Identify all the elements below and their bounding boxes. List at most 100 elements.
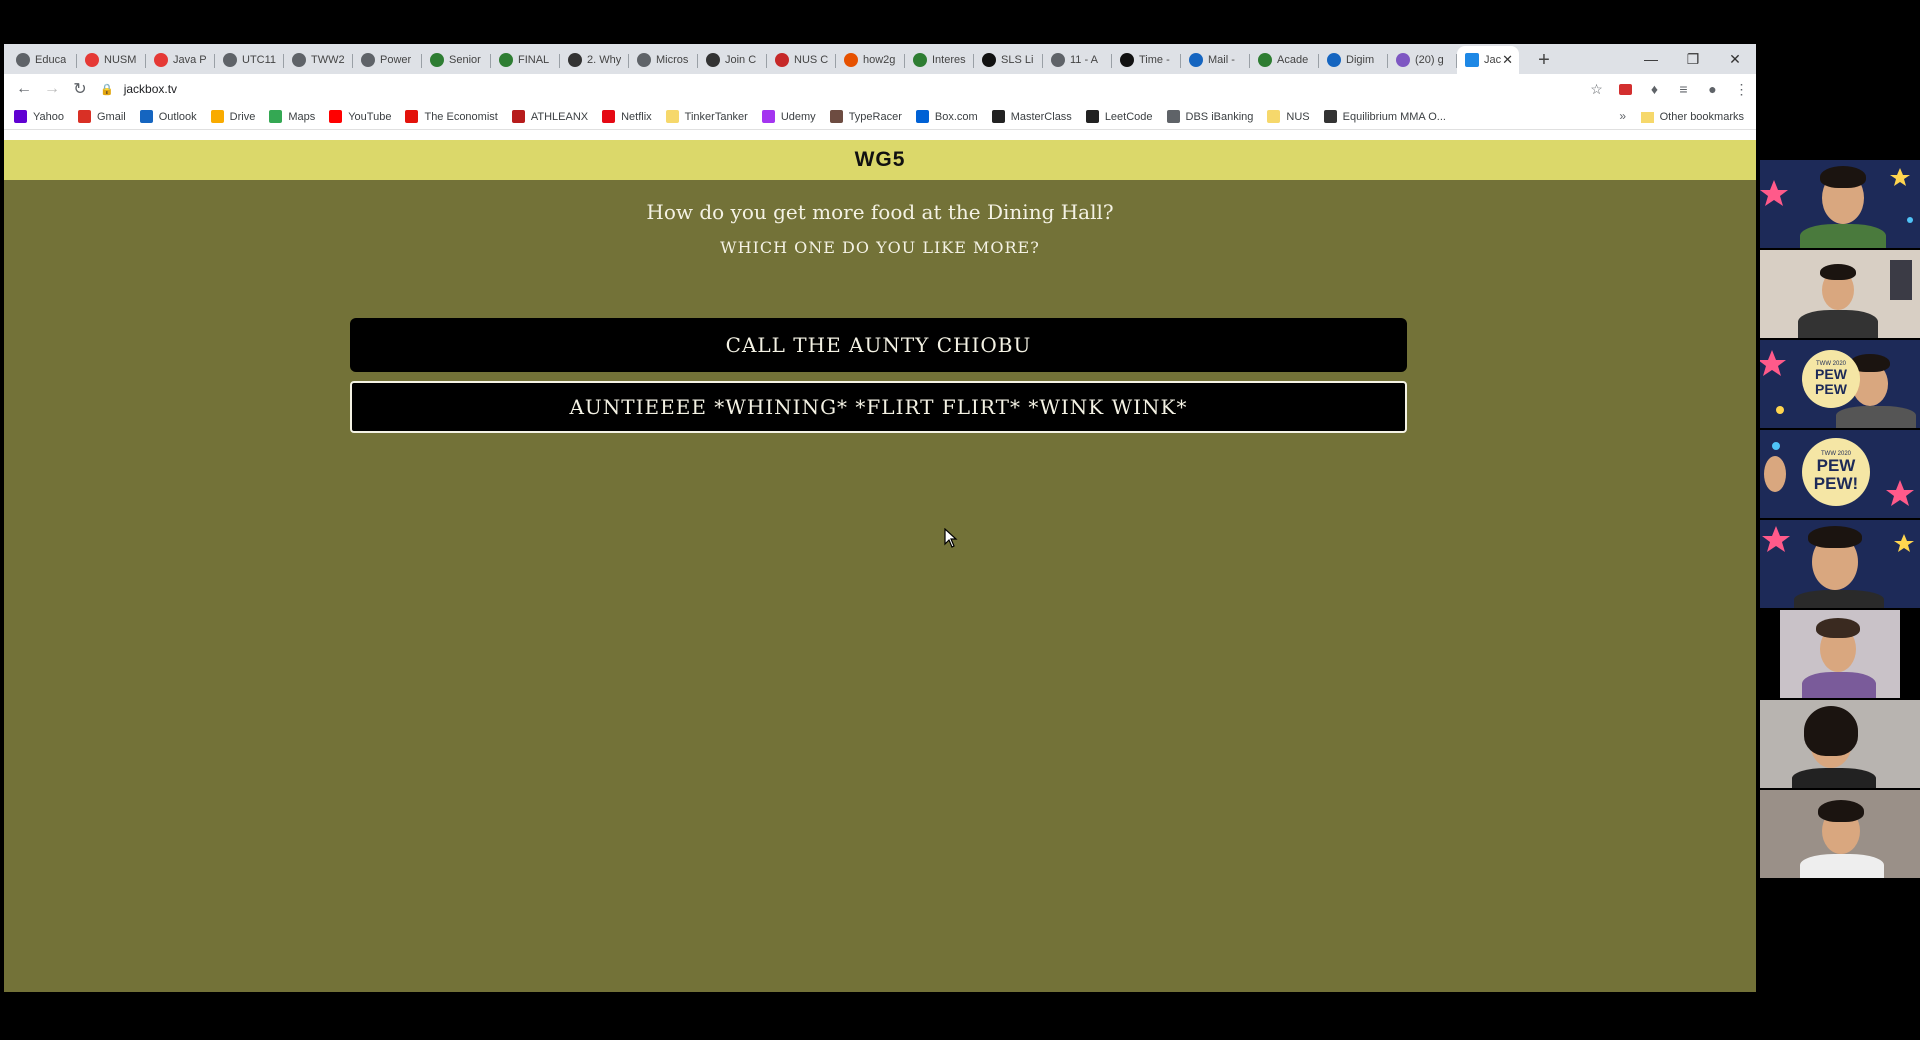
bookmark-item[interactable]: NUS (1267, 110, 1310, 123)
bookmark-item[interactable]: Maps (269, 110, 315, 123)
browser-tab[interactable]: NUS C (767, 46, 836, 74)
bookmark-item[interactable]: Udemy (761, 110, 816, 123)
bookmark-label: Netflix (621, 110, 652, 123)
extensions-puzzle-icon[interactable]: ♦ (1640, 76, 1669, 102)
bookmark-label: Maps (288, 110, 316, 123)
tab-label: Power (380, 54, 412, 66)
tab-label: Micros (656, 54, 689, 66)
question-prompt: How do you get more food at the Dining H… (646, 200, 1114, 224)
browser-tab[interactable]: Acade (1250, 46, 1319, 74)
browser-tab[interactable]: SLS Li (974, 46, 1043, 74)
bookmark-star-icon[interactable]: ☆ (1582, 76, 1611, 102)
other-bookmarks[interactable]: Other bookmarks (1640, 104, 1744, 130)
choice-button-1[interactable]: CALL THE AUNTY CHIOBU (350, 318, 1407, 372)
wikipedia-icon (1120, 53, 1134, 67)
extension-red-icon[interactable] (1611, 76, 1640, 102)
gmail-icon (78, 110, 91, 123)
netflix-icon (602, 110, 616, 123)
browser-tab[interactable]: Join C (698, 46, 767, 74)
bookmark-item[interactable]: Gmail (78, 110, 126, 123)
tab-label: Mail - (1208, 54, 1235, 66)
bookmark-item[interactable]: Equilibrium MMA O... (1323, 110, 1446, 123)
bookmark-item[interactable]: TypeRacer (829, 110, 902, 123)
close-tab-icon[interactable]: ✕ (1502, 52, 1513, 68)
bookmarks-overflow-icon[interactable]: » (1619, 109, 1626, 123)
bookmark-label: The Economist (424, 110, 498, 123)
tab-label: TWW2 (311, 54, 345, 66)
browser-tab[interactable]: TWW2 (284, 46, 353, 74)
tab-label: Time - (1139, 54, 1170, 66)
forward-arrow-icon[interactable]: → (38, 76, 66, 102)
browser-tab[interactable]: UTC11 (215, 46, 284, 74)
economist-icon (405, 110, 419, 123)
bookmark-label: Drive (229, 110, 256, 123)
bookmark-label: Outlook (158, 110, 197, 123)
tab-label: Java P (173, 54, 207, 66)
address-bar[interactable]: 🔒 jackbox.tv (100, 77, 1574, 101)
browser-tab[interactable]: Micros (629, 46, 698, 74)
bookmark-item[interactable]: MasterClass (991, 110, 1072, 123)
vote-instruction: WHICH ONE DO YOU LIKE MORE? (720, 238, 1040, 257)
bookmark-item[interactable]: LeetCode (1085, 110, 1153, 123)
shield-icon (775, 53, 789, 67)
tab-label: FINAL (518, 54, 550, 66)
browser-window: Educa NUSM Java P UTC11 TWW2 Power Senior FINAL… (4, 44, 1756, 992)
close-window-icon[interactable]: ✕ (1714, 44, 1756, 74)
bookmark-item[interactable]: ATHLEANX (511, 110, 588, 123)
browser-tab[interactable]: Educa (8, 46, 77, 74)
globe-icon (361, 53, 375, 67)
tww-badge: TWW 2020 PEW PEW (1802, 350, 1860, 408)
mouse-cursor-icon (944, 528, 958, 548)
menu-kebab-icon[interactable]: ⋮ (1727, 76, 1756, 102)
back-arrow-icon[interactable]: ← (10, 76, 38, 102)
tab-label: 11 - A (1070, 54, 1098, 66)
bookmark-item[interactable]: Yahoo (14, 110, 64, 123)
minimize-icon[interactable]: — (1630, 44, 1672, 74)
youtube-icon (329, 110, 343, 123)
restore-icon[interactable]: ❐ (1672, 44, 1714, 74)
browser-tab[interactable]: Java P (146, 46, 215, 74)
window-controls: — ❐ ✕ (1630, 44, 1756, 74)
browser-tab[interactable]: how2g (836, 46, 905, 74)
tab-label: Join C (725, 54, 757, 66)
bookmark-item[interactable]: DBS iBanking (1166, 110, 1253, 123)
tab-label: Digim (1346, 54, 1375, 66)
tww-badge: TWW 2020 PEW PEW! (1802, 438, 1870, 506)
room-name-bar: WG5 (4, 140, 1756, 180)
browser-tab[interactable]: 11 - A (1043, 46, 1112, 74)
browser-tab[interactable]: (20) g (1388, 46, 1457, 74)
leetcode-icon (1085, 110, 1099, 123)
maps-icon (269, 110, 283, 123)
lock-icon: 🔒 (100, 83, 114, 96)
bookmark-item[interactable]: The Economist (405, 110, 498, 123)
active-tab[interactable]: Jac ✕ (1457, 46, 1519, 74)
browser-tab[interactable]: 2. Why (560, 46, 629, 74)
browser-tab[interactable]: Time - (1112, 46, 1181, 74)
sls-icon (982, 53, 996, 67)
profile-icon[interactable]: ● (1698, 76, 1727, 102)
media-control-icon[interactable]: ≡ (1669, 76, 1698, 102)
participant-tile (1760, 520, 1920, 608)
bookmark-item[interactable]: TinkerTanker (665, 110, 748, 123)
choice-button-2[interactable]: AUNTIEEEE *WHINING* *FLIRT FLIRT* *WINK … (350, 381, 1407, 433)
bookmark-item[interactable]: Netflix (602, 110, 652, 123)
browser-tab[interactable]: FINAL (491, 46, 560, 74)
participant-tile (1760, 790, 1920, 878)
reload-icon[interactable]: ↻ (66, 76, 94, 102)
browser-tab[interactable]: Senior (422, 46, 491, 74)
browser-tab[interactable]: Digim (1319, 46, 1388, 74)
screen: Educa NUSM Java P UTC11 TWW2 Power Senior FINAL… (0, 0, 1920, 1040)
bookmark-item[interactable]: Box.com (915, 110, 978, 123)
bookmark-label: Gmail (97, 110, 126, 123)
bookmark-item[interactable]: Drive (210, 110, 256, 123)
browser-tab[interactable]: Interes (905, 46, 974, 74)
book-icon (568, 53, 582, 67)
globe-icon (292, 53, 306, 67)
browser-tab[interactable]: NUSM (77, 46, 146, 74)
bookmark-item[interactable]: YouTube (329, 110, 391, 123)
bookmark-item[interactable]: Outlook (139, 110, 197, 123)
browser-tab[interactable]: Mail - (1181, 46, 1250, 74)
new-tab-button[interactable]: + (1529, 46, 1559, 74)
bookmark-label: NUS (1286, 110, 1310, 123)
browser-tab[interactable]: Power (353, 46, 422, 74)
